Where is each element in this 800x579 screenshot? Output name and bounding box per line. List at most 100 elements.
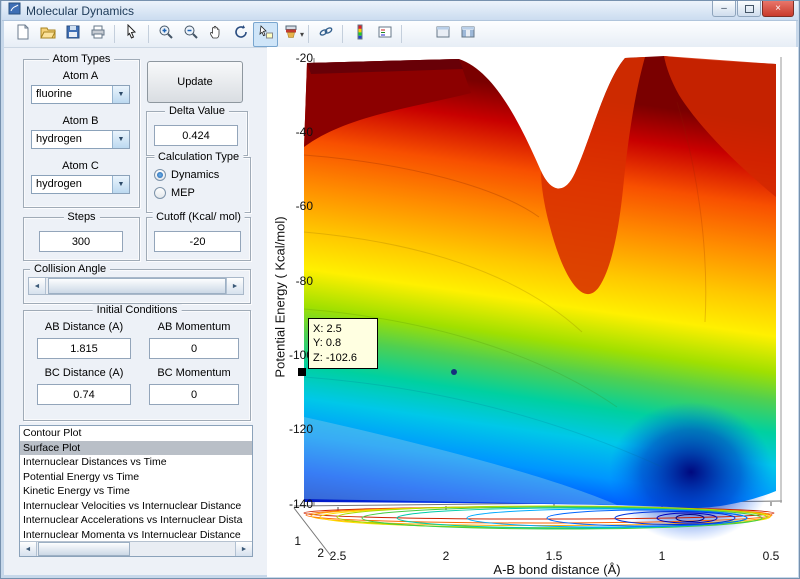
svg-text:2: 2 [317, 546, 324, 560]
atom-b-dropdown[interactable]: hydrogen ▼ [31, 130, 130, 149]
list-item[interactable]: Internuclear Velocities vs Internuclear … [20, 499, 252, 514]
show-plot-tools-icon [460, 24, 476, 45]
delta-value-title: Delta Value [165, 105, 229, 117]
insert-colorbar-button[interactable] [347, 22, 372, 47]
close-button[interactable]: × [762, 1, 794, 17]
collision-angle-label: Collision Angle [30, 263, 110, 275]
svg-text:-20: -20 [296, 51, 314, 65]
datatip[interactable]: X: 2.5 Y: 0.8 Z: -102.6 [308, 318, 378, 369]
atom-c-label: Atom C [23, 160, 138, 172]
insert-legend-button[interactable] [372, 22, 397, 47]
open-folder-icon [40, 24, 56, 45]
cutoff-title: Cutoff (Kcal/ mol) [152, 211, 245, 223]
list-item[interactable]: Internuclear Momenta vs Internuclear Dis… [20, 528, 252, 543]
toolbar-separator [308, 25, 309, 43]
hide-plot-tools-button[interactable] [430, 22, 455, 47]
bc-distance-label: BC Distance (A) [37, 367, 131, 379]
listbox-horizontal-scrollbar[interactable]: ◄ ► [20, 541, 252, 556]
mep-radio[interactable] [154, 187, 166, 199]
data-cursor-button[interactable] [253, 22, 278, 47]
steps-input[interactable] [39, 231, 123, 252]
slider-track[interactable] [46, 278, 226, 294]
zoom-in-button[interactable] [153, 22, 178, 47]
plot-type-listbox[interactable]: Contour Plot Surface Plot Internuclear D… [19, 425, 253, 557]
y-axis-label: Potential Energy ( Kcal/mol) [273, 216, 288, 377]
surface-plot-axes[interactable]: -20 -40 -60 -80 -100 -120 -140 2.5 2 1.5… [267, 47, 798, 577]
svg-text:0.5: 0.5 [763, 549, 780, 563]
delta-value-input[interactable] [154, 125, 238, 146]
legend-icon [377, 24, 393, 45]
slider-thumb[interactable] [48, 278, 226, 294]
atom-a-value: fluorine [32, 86, 112, 103]
ab-distance-input[interactable] [37, 338, 131, 359]
toolbar-separator [114, 25, 115, 43]
calculation-type-title: Calculation Type [154, 151, 243, 163]
titlebar[interactable]: Molecular Dynamics [2, 1, 798, 21]
save-icon [65, 24, 81, 45]
chevron-down-icon[interactable]: ▼ [112, 176, 129, 193]
contour-projection [304, 506, 774, 529]
new-figure-button[interactable] [10, 22, 35, 47]
bc-distance-input[interactable] [37, 384, 131, 405]
update-button[interactable]: Update [147, 61, 243, 103]
bc-momentum-label: BC Momentum [149, 367, 239, 379]
svg-text:-80: -80 [296, 274, 314, 288]
scrollbar-track[interactable] [37, 542, 235, 556]
potential-energy-surface[interactable] [304, 56, 776, 542]
window-icon [8, 2, 21, 20]
list-item[interactable]: Kinetic Energy vs Time [20, 484, 252, 499]
svg-text:-140: -140 [289, 497, 313, 511]
dynamics-radio-label[interactable]: Dynamics [171, 169, 219, 181]
svg-text:-40: -40 [296, 125, 314, 139]
datatip-x: X: 2.5 [313, 322, 373, 336]
slider-left-arrow-icon[interactable]: ◄ [29, 278, 46, 294]
svg-text:2: 2 [443, 549, 450, 563]
rotate-3d-button[interactable] [228, 22, 253, 47]
initial-conditions-title: Initial Conditions [93, 304, 182, 316]
zoom-out-button[interactable] [178, 22, 203, 47]
minimize-button[interactable]: – [712, 1, 736, 17]
chevron-down-icon[interactable]: ▼ [112, 131, 129, 148]
list-item[interactable]: Potential Energy vs Time [20, 470, 252, 485]
save-button[interactable] [60, 22, 85, 47]
atom-a-dropdown[interactable]: fluorine ▼ [31, 85, 130, 104]
dynamics-radio[interactable] [154, 169, 166, 181]
scrollbar-thumb[interactable] [38, 542, 130, 556]
edit-plot-button[interactable] [119, 22, 144, 47]
brush-icon [283, 24, 299, 45]
chevron-down-icon[interactable]: ▼ [112, 86, 129, 103]
link-plot-button[interactable] [313, 22, 338, 47]
list-item[interactable]: Internuclear Distances vs Time [20, 455, 252, 470]
x-tick-labels: 2.5 2 1.5 1 0.5 [330, 549, 780, 563]
mep-radio-label[interactable]: MEP [171, 187, 195, 199]
svg-text:2.5: 2.5 [330, 549, 347, 563]
list-item-selected[interactable]: Surface Plot [20, 441, 252, 456]
brush-dropdown-caret[interactable]: ▾ [300, 30, 304, 39]
data-cursor-icon [258, 24, 274, 45]
window-controls: – × [712, 1, 794, 17]
print-button[interactable] [85, 22, 110, 47]
cutoff-input[interactable] [154, 231, 241, 252]
scrollbar-right-arrow-icon[interactable]: ► [235, 542, 252, 556]
collision-angle-slider[interactable]: ◄ ► [28, 277, 244, 295]
toolbar-separator [148, 25, 149, 43]
maximize-button[interactable] [737, 1, 761, 17]
datatip-marker[interactable] [298, 368, 306, 376]
toolbar-separator [401, 25, 402, 43]
open-file-button[interactable] [35, 22, 60, 47]
list-item[interactable]: Internuclear Accelerations vs Internucle… [20, 513, 252, 528]
svg-text:1.5: 1.5 [546, 549, 563, 563]
ab-momentum-input[interactable] [149, 338, 239, 359]
list-item[interactable]: Contour Plot [20, 426, 252, 441]
surface-point-marker [451, 369, 457, 375]
bc-axis-tick-labels: 1 2 [294, 534, 324, 560]
pan-button[interactable] [203, 22, 228, 47]
svg-text:1: 1 [294, 534, 301, 548]
bc-momentum-input[interactable] [149, 384, 239, 405]
atom-c-dropdown[interactable]: hydrogen ▼ [31, 175, 130, 194]
scrollbar-left-arrow-icon[interactable]: ◄ [20, 542, 37, 556]
maximize-icon [745, 5, 754, 13]
show-plot-tools-button[interactable] [455, 22, 480, 47]
slider-right-arrow-icon[interactable]: ► [226, 278, 243, 294]
zoom-in-icon [158, 24, 174, 45]
